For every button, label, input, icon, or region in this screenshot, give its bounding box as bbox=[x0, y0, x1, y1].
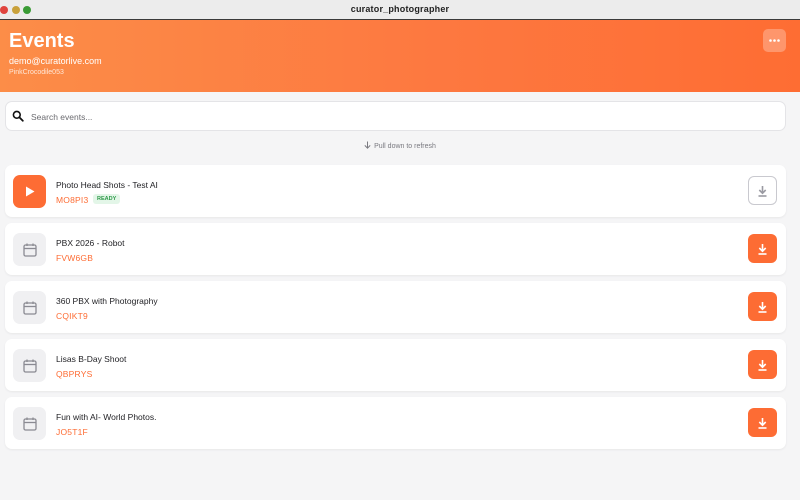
page-header: Events demo@curatorlive.com PinkCrocodil… bbox=[0, 20, 800, 92]
calendar-icon bbox=[22, 301, 37, 315]
search-bar[interactable]: Search events... bbox=[5, 101, 786, 131]
download-icon bbox=[758, 359, 767, 371]
more-options-button[interactable] bbox=[763, 29, 786, 52]
event-icon bbox=[13, 407, 46, 440]
more-horizontal-icon bbox=[769, 39, 780, 42]
username: PinkCrocodile053 bbox=[9, 69, 64, 76]
event-code: CQIKT9 bbox=[56, 311, 88, 321]
event-icon bbox=[13, 291, 46, 324]
event-name: PBX 2026 - Robot bbox=[56, 238, 125, 248]
pull-to-refresh-hint: Pull down to refresh bbox=[0, 141, 800, 150]
download-button[interactable] bbox=[748, 292, 777, 321]
arrow-down-icon bbox=[364, 141, 371, 149]
calendar-icon bbox=[22, 243, 37, 257]
download-button[interactable] bbox=[748, 350, 777, 379]
event-card[interactable]: Photo Head Shots - Test AI MO8PI3 READY bbox=[5, 165, 786, 217]
event-name: 360 PBX with Photography bbox=[56, 296, 158, 306]
event-name: Photo Head Shots - Test AI bbox=[56, 180, 158, 190]
download-button[interactable] bbox=[748, 408, 777, 437]
event-name: Fun with AI- World Photos. bbox=[56, 412, 157, 422]
event-play-button[interactable] bbox=[13, 175, 46, 208]
download-icon bbox=[758, 243, 767, 255]
event-icon bbox=[13, 233, 46, 266]
event-card[interactable]: 360 PBX with Photography CQIKT9 bbox=[5, 281, 786, 333]
play-icon bbox=[25, 186, 34, 197]
page-title: Events bbox=[9, 30, 75, 52]
status-badge: READY bbox=[93, 194, 121, 204]
event-code: MO8PI3 bbox=[56, 195, 89, 205]
search-input[interactable]: Search events... bbox=[31, 112, 92, 122]
event-code: JO5T1F bbox=[56, 427, 88, 437]
calendar-icon bbox=[22, 359, 37, 373]
calendar-icon bbox=[22, 417, 37, 431]
event-name: Lisas B-Day Shoot bbox=[56, 354, 127, 364]
window-title: curator_photographer bbox=[350, 4, 450, 14]
download-icon bbox=[758, 301, 767, 313]
download-button[interactable] bbox=[748, 176, 777, 205]
event-code: QBPRYS bbox=[56, 369, 93, 379]
window-titlebar: curator_photographer bbox=[0, 0, 800, 20]
event-icon bbox=[13, 349, 46, 382]
user-email: demo@curatorlive.com bbox=[9, 56, 102, 66]
search-icon bbox=[12, 110, 24, 122]
event-card[interactable]: PBX 2026 - Robot FVW6GB bbox=[5, 223, 786, 275]
event-card[interactable]: Fun with AI- World Photos. JO5T1F bbox=[5, 397, 786, 449]
refresh-hint-text: Pull down to refresh bbox=[374, 143, 436, 150]
download-button[interactable] bbox=[748, 234, 777, 263]
event-card[interactable]: Lisas B-Day Shoot QBPRYS bbox=[5, 339, 786, 391]
download-icon bbox=[758, 185, 767, 197]
event-code: FVW6GB bbox=[56, 253, 94, 263]
download-icon bbox=[758, 417, 767, 429]
